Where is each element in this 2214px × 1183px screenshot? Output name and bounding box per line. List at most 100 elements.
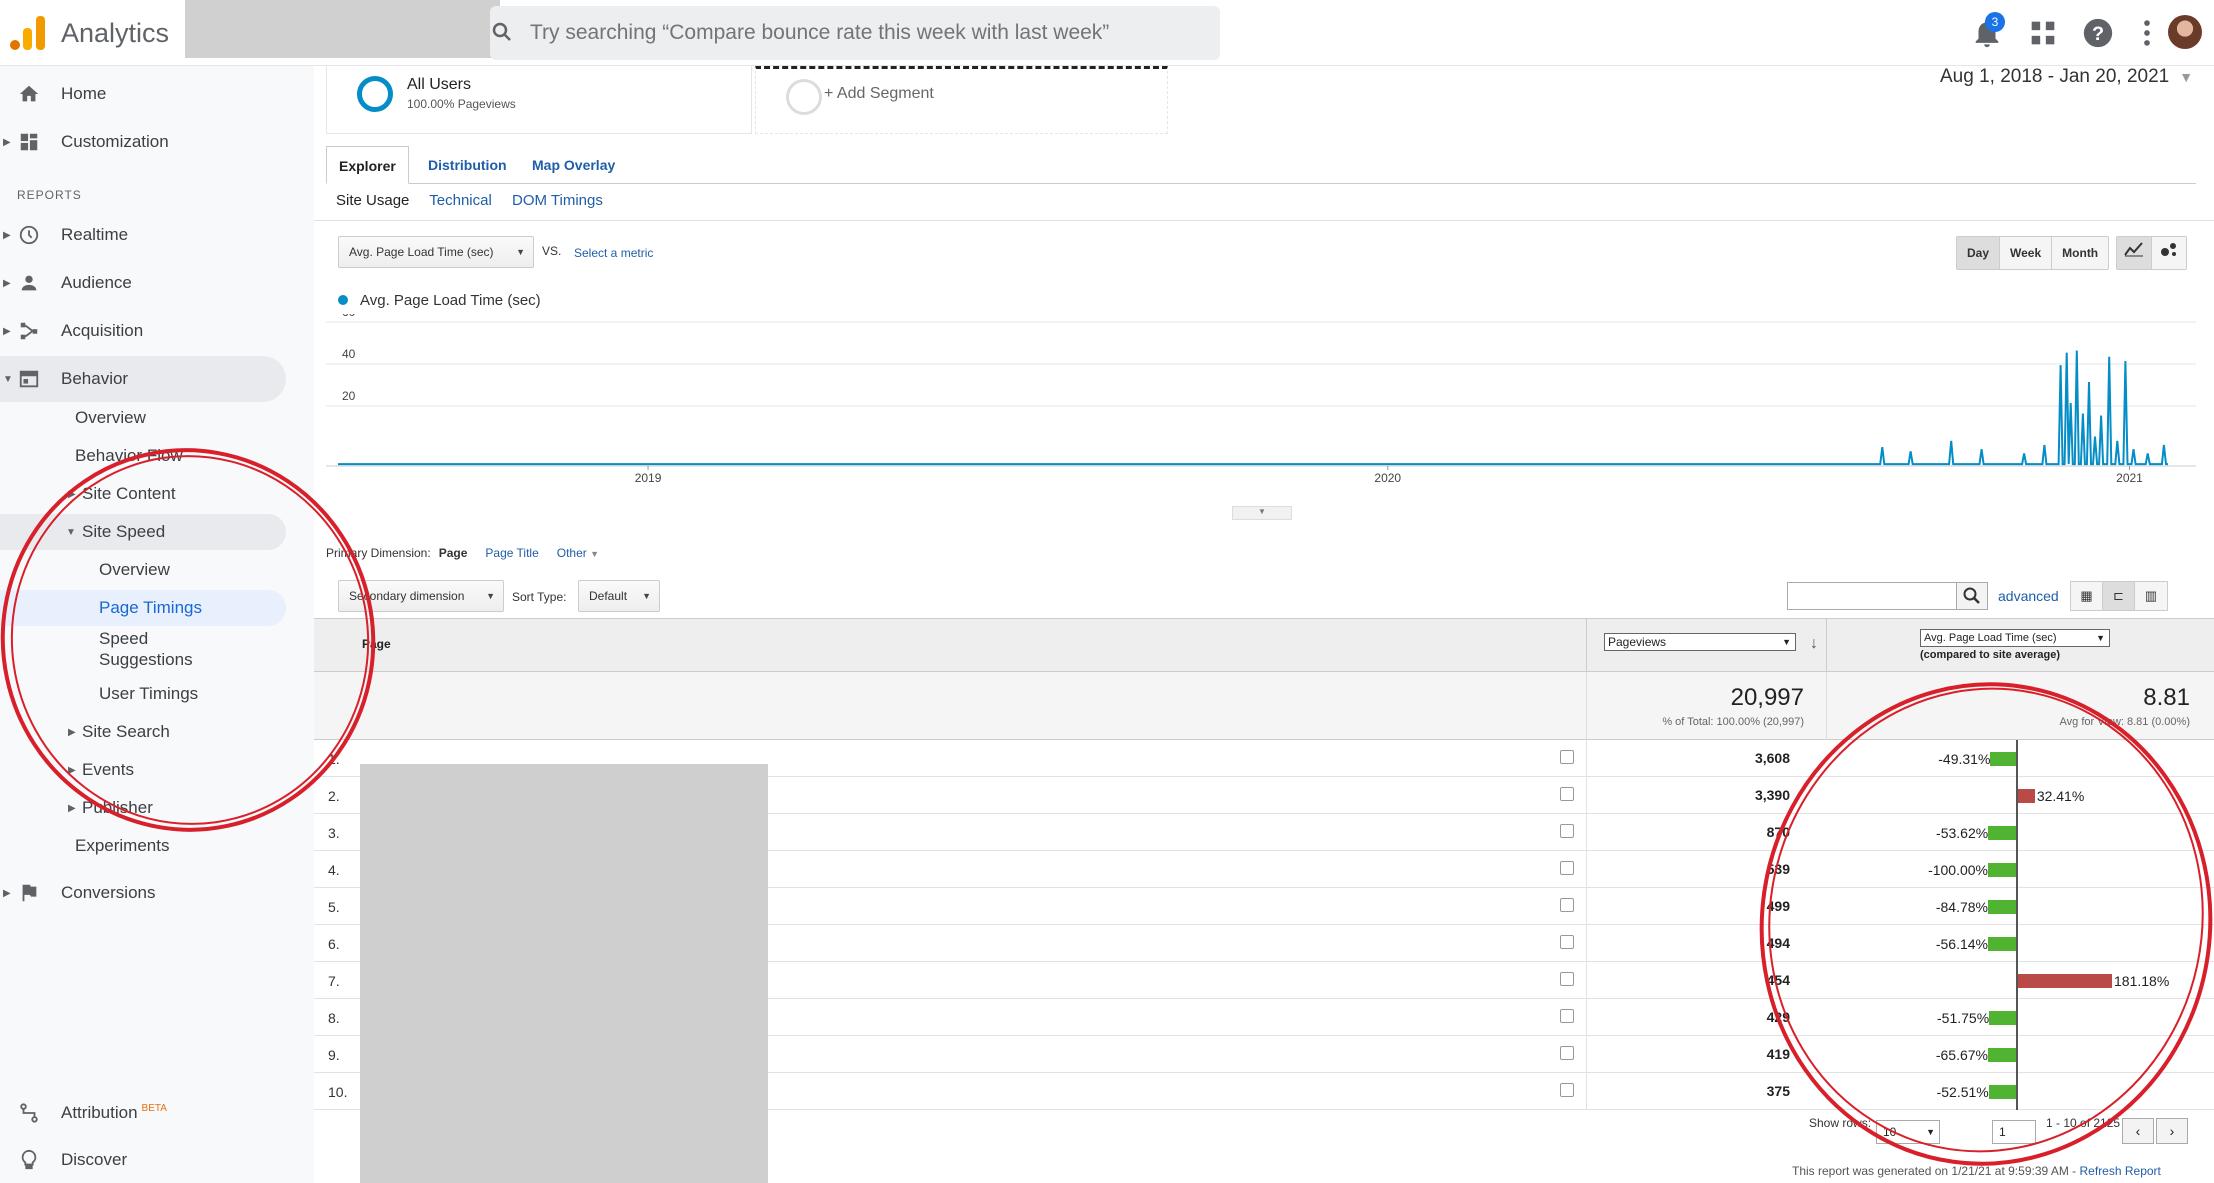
chart-legend: Avg. Page Load Time (sec) <box>338 292 541 309</box>
dropdown-arrow-icon: ▼ <box>2096 633 2105 643</box>
sidebar-item-conversions[interactable]: ▶ Conversions <box>0 870 286 916</box>
row-load-time-delta: 32.41% <box>2036 788 2085 804</box>
divider <box>314 220 2214 221</box>
add-segment-button[interactable]: + Add Segment <box>755 66 1168 134</box>
open-page-icon[interactable] <box>1560 935 1574 949</box>
advanced-filter-link[interactable]: advanced <box>1998 588 2059 604</box>
subtab-dom-timings[interactable]: DOM Timings <box>512 192 603 209</box>
sidebar-behavior-overview[interactable]: Overview <box>75 400 146 436</box>
sidebar-item-realtime[interactable]: ▶ Realtime <box>0 212 286 258</box>
account-selector-redacted[interactable] <box>185 0 500 58</box>
load-time-column-select[interactable]: Avg. Page Load Time (sec) ▼ <box>1920 629 2110 647</box>
sort-type-select[interactable]: Default ▼ <box>578 580 660 612</box>
open-page-icon[interactable] <box>1560 824 1574 838</box>
open-page-icon[interactable] <box>1560 787 1574 801</box>
sidebar-events[interactable]: ▶ Events <box>68 752 134 788</box>
sidebar-speed-suggestions[interactable]: Speed Suggestions <box>99 628 193 674</box>
dimension-other[interactable]: Other ▼ <box>557 546 599 560</box>
motion-chart-button[interactable] <box>2152 237 2186 269</box>
explorer-subtabs: Site Usage Technical DOM Timings <box>336 192 619 209</box>
expand-caret-icon: ▶ <box>3 229 11 241</box>
sidebar-page-timings[interactable]: Page Timings <box>0 590 286 626</box>
expand-caret-icon: ▶ <box>68 726 76 738</box>
sidebar-site-search[interactable]: ▶ Site Search <box>68 714 170 750</box>
rows-per-page-select[interactable]: 10 ▼ <box>1876 1120 1940 1144</box>
subtab-technical[interactable]: Technical <box>429 192 492 209</box>
tab-explorer[interactable]: Explorer <box>326 146 409 184</box>
sidebar-site-speed-overview[interactable]: Overview <box>99 552 170 588</box>
refresh-report-link[interactable]: Refresh Report <box>2080 1164 2161 1178</box>
row-pageviews: 499 <box>1586 888 1824 925</box>
main-content: All Users 100.00% Pageviews + Add Segmen… <box>314 66 2214 1183</box>
y-tick-label: 60 <box>342 314 356 319</box>
expand-caret-icon: ▶ <box>3 277 11 289</box>
grid-icon: ▦ <box>2080 588 2093 603</box>
month-button[interactable]: Month <box>2052 237 2108 269</box>
sidebar-publisher[interactable]: ▶ Publisher <box>68 790 153 826</box>
expand-caret-icon: ▶ <box>68 764 76 776</box>
table-search-input[interactable] <box>1787 582 1957 610</box>
analytics-logo[interactable] <box>10 14 46 50</box>
apps-grid-icon[interactable] <box>2026 16 2060 50</box>
table-search-button[interactable] <box>1956 582 1988 610</box>
select-metric-link[interactable]: Select a metric <box>574 246 653 260</box>
y-tick-label: 20 <box>342 389 356 403</box>
row-pageviews: 454 <box>1586 962 1824 999</box>
segment-all-users[interactable]: All Users 100.00% Pageviews <box>326 66 752 134</box>
comparison-view-button[interactable]: ⊏ <box>2103 582 2135 610</box>
sidebar-item-audience[interactable]: ▶ Audience <box>0 260 286 306</box>
open-page-icon[interactable] <box>1560 898 1574 912</box>
open-page-icon[interactable] <box>1560 1046 1574 1060</box>
user-avatar[interactable] <box>2168 15 2202 49</box>
expand-caret-icon: ▶ <box>3 887 11 899</box>
row-load-time-delta: -84.78% <box>1935 899 1988 915</box>
open-page-icon[interactable] <box>1560 1083 1574 1097</box>
dimension-page-title[interactable]: Page Title <box>485 546 538 560</box>
chart-resize-handle[interactable]: ▼ <box>1232 506 1292 520</box>
sidebar-item-behavior[interactable]: ▼ Behavior <box>0 356 286 402</box>
date-range-picker[interactable]: Aug 1, 2018 - Jan 20, 2021 ▼ <box>1940 66 2193 88</box>
sidebar-behavior-flow[interactable]: Behavior Flow <box>75 438 183 474</box>
sidebar-site-speed[interactable]: ▼ Site Speed <box>0 514 286 550</box>
data-view-button[interactable]: ▦ <box>2071 582 2103 610</box>
goto-page-input[interactable]: 1 <box>1992 1120 2036 1144</box>
sidebar-site-content[interactable]: ▶ Site Content <box>68 476 176 512</box>
sidebar-item-discover[interactable]: Discover <box>0 1137 286 1183</box>
open-page-icon[interactable] <box>1560 1009 1574 1023</box>
term-cloud-button[interactable]: ▥ <box>2135 582 2167 610</box>
sidebar-item-customization[interactable]: ▶ Customization <box>0 119 286 165</box>
dimension-page[interactable]: Page <box>439 546 468 560</box>
open-page-icon[interactable] <box>1560 972 1574 986</box>
sidebar-experiments[interactable]: Experiments <box>75 828 169 864</box>
sort-descending-icon[interactable]: ↓ <box>1810 635 1818 653</box>
chevron-left-icon: ‹ <box>2135 1123 2141 1139</box>
metric-select[interactable]: Avg. Page Load Time (sec) ▼ <box>338 236 534 268</box>
line-chart-icon <box>2124 242 2143 257</box>
tab-distribution[interactable]: Distribution <box>416 146 519 184</box>
sidebar-user-timings[interactable]: User Timings <box>99 676 198 712</box>
week-button[interactable]: Week <box>2000 237 2053 269</box>
open-page-icon[interactable] <box>1560 861 1574 875</box>
sidebar-item-acquisition[interactable]: ▶ Acquisition <box>0 308 286 354</box>
acquisition-icon <box>20 322 38 340</box>
negative-delta-bar <box>1988 826 2016 840</box>
secondary-dimension-select[interactable]: Secondary dimension ▼ <box>338 580 504 612</box>
help-icon[interactable]: ? <box>2081 16 2115 50</box>
row-load-time-delta: -65.67% <box>1935 1047 1988 1063</box>
previous-page-button[interactable]: ‹ <box>2122 1118 2154 1144</box>
subtab-site-usage[interactable]: Site Usage <box>336 192 409 209</box>
sidebar-item-attribution[interactable]: Attribution BETA <box>0 1090 286 1136</box>
next-page-button[interactable]: › <box>2156 1118 2188 1144</box>
column-header-page[interactable]: Page <box>362 637 391 651</box>
sidebar-item-home[interactable]: Home <box>0 71 286 117</box>
tab-map-overlay[interactable]: Map Overlay <box>520 146 627 184</box>
pageviews-column-select[interactable]: Pageviews ▼ <box>1604 633 1796 651</box>
open-page-icon[interactable] <box>1560 750 1574 764</box>
line-chart-button[interactable] <box>2117 237 2152 269</box>
search-bar[interactable]: Try searching “Compare bounce rate this … <box>490 6 1220 60</box>
day-button[interactable]: Day <box>1957 237 2001 269</box>
more-vert-icon[interactable] <box>2130 16 2164 50</box>
column-divider <box>1586 619 1587 673</box>
negative-delta-bar <box>1988 863 2016 877</box>
row-number: 8. <box>328 1010 340 1026</box>
